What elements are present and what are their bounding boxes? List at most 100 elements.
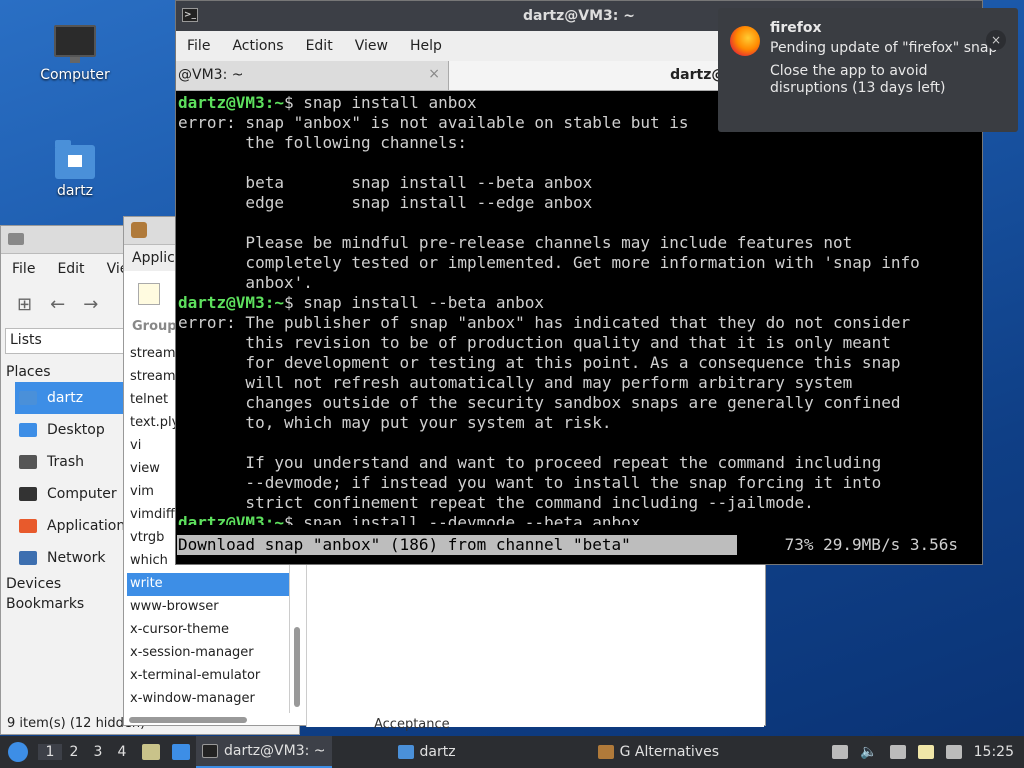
terminal-line: edge snap install --edge anbox (178, 193, 980, 213)
home-folder-icon (55, 140, 95, 179)
progress-stats: 73% 29.9MB/s 3.56s (784, 535, 958, 554)
menu-actions[interactable]: Actions (221, 38, 294, 54)
updates-icon[interactable] (832, 745, 849, 759)
close-icon[interactable]: × (986, 30, 1006, 50)
progress-bar: Download snap "anbox" (186) from channel… (177, 535, 737, 555)
menu-view[interactable]: View (344, 38, 399, 54)
alternatives-icon (131, 222, 147, 238)
trash-icon (19, 455, 37, 469)
terminal-line: will not refresh automatically and may p… (178, 373, 980, 393)
terminal-text: anbox'. (178, 273, 313, 292)
show-desktop-icon[interactable] (172, 744, 190, 760)
home-folder-icon (19, 391, 37, 405)
list-item[interactable]: x-window-manager (127, 688, 289, 711)
sidebar-item-label: Computer (47, 486, 117, 502)
clock[interactable]: 15:25 (974, 744, 1014, 760)
terminal-prompt: dartz@VM3:~ (178, 93, 284, 112)
terminal-text: edge snap install --edge anbox (178, 193, 593, 212)
details-text: Acceptance (374, 717, 450, 732)
menu-help[interactable]: Help (399, 38, 453, 54)
terminal-prompt: dartz@VM3:~ (178, 513, 284, 525)
sidebar-item-label: Trash (47, 454, 84, 470)
notifications-icon[interactable] (945, 745, 962, 759)
terminal-text: will not refresh automatically and may p… (178, 373, 853, 392)
terminal-line: strict confinement repeat the command in… (178, 493, 980, 513)
terminal-line: completely tested or implemented. Get mo… (178, 253, 980, 273)
workspace-1[interactable]: 1 (38, 744, 62, 760)
terminal-text: the following channels: (178, 133, 467, 152)
list-item[interactable]: www-browser (127, 596, 289, 619)
menu-file[interactable]: File (1, 261, 46, 277)
menu-edit[interactable]: Edit (46, 261, 95, 277)
terminal-output[interactable]: dartz@VM3:~$ snap install anbox error: sn… (176, 91, 982, 525)
notification-popup[interactable]: firefox Pending update of "firefox" snap… (718, 8, 1018, 132)
sidebar-item-label: Desktop (47, 422, 105, 438)
workspace-2[interactable]: 2 (62, 744, 86, 760)
network-icon (19, 551, 37, 565)
terminal-line: dartz@VM3:~$ snap install --devmode --be… (178, 513, 980, 525)
workspace-3[interactable]: 3 (86, 744, 110, 760)
forward-arrow-icon[interactable]: → (83, 294, 98, 315)
computer-icon (54, 25, 96, 63)
terminal-line: this revision to be of production qualit… (178, 333, 980, 353)
terminal-text: this revision to be of production qualit… (178, 333, 891, 352)
desktop-icon (19, 423, 37, 437)
terminal-text: strict confinement repeat the command in… (178, 493, 814, 512)
terminal-line: changes outside of the security sandbox … (178, 393, 980, 413)
terminal-line: error: The publisher of snap "anbox" has… (178, 313, 980, 333)
terminal-text: $ snap install --beta anbox (283, 293, 545, 312)
terminal-text: to, which may put your system at risk. (178, 413, 612, 432)
tab-inactive[interactable]: @VM3: ~ × (176, 61, 449, 90)
path-dropdown[interactable]: Lists (5, 328, 135, 354)
vertical-scrollbar[interactable] (294, 627, 300, 707)
terminal-text: $ snap install anbox (283, 93, 477, 112)
clipboard-icon[interactable] (917, 745, 934, 759)
terminal-prompt: dartz@VM3:~ (178, 293, 284, 312)
desktop-icon-computer[interactable]: Computer (30, 25, 120, 83)
download-progress: Download snap "anbox" (186) from channel… (177, 535, 982, 555)
desktop-icon-label: dartz (56, 183, 94, 199)
terminal-text: --devmode; if instead you want to instal… (178, 473, 882, 492)
sidebar-item-label: Network (47, 550, 106, 566)
task-alternatives[interactable]: G Alternatives (592, 736, 725, 768)
terminal-line: for development or testing at this point… (178, 353, 980, 373)
terminal-text: $ snap install --devmode --beta anbox (283, 513, 641, 525)
desktop-icon-dartz[interactable]: dartz (30, 140, 120, 199)
folder-icon (397, 745, 414, 759)
task-file-manager[interactable]: dartz (392, 736, 462, 768)
terminal-text: error: snap "anbox" is not available on … (178, 113, 689, 132)
window-title: dartz@VM3: ~ (523, 8, 635, 24)
new-document-icon[interactable] (138, 283, 160, 305)
notification-body: Pending update of "firefox" snap (770, 40, 998, 56)
network-icon[interactable] (889, 745, 906, 759)
list-item[interactable]: x-cursor-theme (127, 619, 289, 642)
file-manager-launcher-icon[interactable] (142, 744, 160, 760)
menu-edit[interactable]: Edit (295, 38, 344, 54)
terminal-text: If you understand and want to proceed re… (178, 453, 882, 472)
back-arrow-icon[interactable]: ← (50, 294, 65, 315)
computer-icon (19, 487, 37, 501)
new-window-icon[interactable]: ⊞ (17, 294, 32, 315)
list-item[interactable]: x-terminal-emulator (127, 665, 289, 688)
start-menu-icon[interactable] (8, 742, 28, 762)
desktop-icon-label: Computer (40, 67, 110, 83)
terminal-line: --devmode; if instead you want to instal… (178, 473, 980, 493)
terminal-line: dartz@VM3:~$ snap install --beta anbox (178, 293, 980, 313)
terminal-line: beta snap install --beta anbox (178, 173, 980, 193)
task-label: dartz@VM3: ~ (224, 743, 326, 759)
terminal-text: for development or testing at this point… (178, 353, 901, 372)
close-icon[interactable]: × (428, 66, 440, 82)
list-item[interactable]: x-session-manager (127, 642, 289, 665)
terminal-icon (202, 744, 218, 758)
horizontal-scrollbar[interactable] (129, 717, 247, 723)
workspace-4[interactable]: 4 (110, 744, 134, 760)
volume-icon[interactable]: 🔈 (860, 744, 877, 760)
terminal-text: beta snap install --beta anbox (178, 173, 593, 192)
menu-file[interactable]: File (176, 38, 221, 54)
terminal-text: error: The publisher of snap "anbox" has… (178, 313, 911, 332)
terminal-text: Please be mindful pre-release channels m… (178, 233, 853, 252)
task-terminal[interactable]: dartz@VM3: ~ (196, 736, 332, 768)
terminal-line: If you understand and want to proceed re… (178, 453, 980, 473)
sidebar-item-label: Application (47, 518, 126, 534)
